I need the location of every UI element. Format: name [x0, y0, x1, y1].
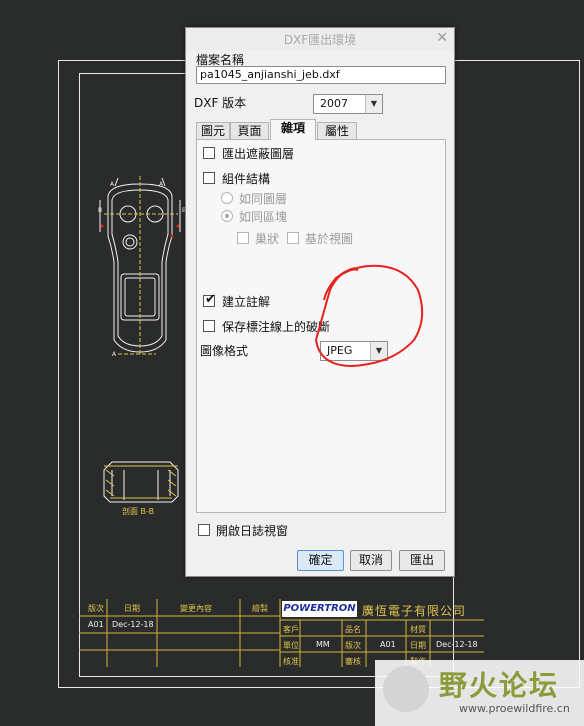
svg-text:A: A	[110, 181, 115, 188]
tb-version-value: A01	[380, 640, 396, 649]
nested-checkbox[interactable]	[237, 232, 249, 244]
chevron-down-icon[interactable]: ▼	[365, 95, 382, 113]
nested-label: 巢狀	[255, 232, 280, 246]
tb-version: 版次	[345, 641, 361, 650]
ok-button[interactable]: 確定	[297, 550, 344, 571]
export-hidden-layers-label: 匯出遮蔽圖層	[222, 147, 295, 161]
tb-check: 核准	[283, 657, 299, 666]
forum-watermark: 野火论坛 www.proewildfire.cn	[375, 660, 584, 726]
cancel-button[interactable]: 取消	[350, 550, 392, 571]
forum-logo-icon	[383, 666, 429, 712]
tb-row-date: Dec-12-18	[112, 620, 154, 629]
tb-col-version: 版次	[88, 604, 104, 613]
tb-review: 審核	[345, 657, 361, 666]
component-structure-label: 組件結構	[222, 172, 271, 186]
as-layer-label: 如同圖層	[239, 192, 288, 206]
dxf-version-value: 2007	[320, 97, 348, 110]
export-hidden-layers-checkbox[interactable]	[203, 147, 215, 159]
dxf-export-dialog: DXF匯出環境 ✕ 檔案名稱 pa1045_anjianshi_jeb.dxf …	[185, 27, 455, 577]
dialog-title: DXF匯出環境	[283, 33, 357, 47]
tb-customer: 客戶	[283, 625, 299, 634]
tb-unit-value: MM	[316, 640, 330, 649]
dxf-version-label: DXF 版本	[194, 96, 247, 110]
create-annotations-checkbox[interactable]: ✔	[203, 292, 216, 307]
open-log-window-checkbox[interactable]	[198, 524, 210, 536]
image-format-value: JPEG	[327, 344, 353, 357]
tb-unit: 單位	[283, 641, 299, 650]
as-layer-radio[interactable]	[221, 192, 233, 204]
dialog-titlebar[interactable]: DXF匯出環境 ✕	[186, 28, 454, 50]
tb-material: 材質	[410, 625, 426, 634]
component-structure-checkbox[interactable]	[203, 172, 215, 184]
chevron-down-icon[interactable]: ▼	[370, 342, 387, 360]
tab-misc[interactable]: 雜項	[270, 119, 316, 140]
tb-name: 品名	[345, 625, 361, 634]
tab-page[interactable]: 頁面	[230, 122, 269, 139]
open-log-window-label: 開啟日誌視窗	[216, 524, 289, 538]
brand-logo: POWERTRON	[282, 601, 357, 617]
tab-attributes[interactable]: 屬性	[317, 122, 357, 139]
tb-col-drawn: 繪製	[252, 604, 268, 613]
svg-text:A: A	[112, 351, 117, 358]
based-on-view-label: 基於視圖	[305, 232, 354, 246]
close-icon[interactable]: ✕	[436, 30, 448, 46]
checkmark-icon: ✔	[205, 292, 216, 307]
tb-col-date: 日期	[124, 604, 140, 613]
image-format-label: 圖像格式	[200, 344, 249, 358]
watermark-title: 野火论坛	[439, 669, 560, 702]
as-block-label: 如同區塊	[239, 210, 288, 224]
export-button[interactable]: 匯出	[399, 550, 445, 571]
keep-broken-leaders-checkbox[interactable]	[203, 320, 215, 332]
company-name: 廣恆電子有限公司	[362, 604, 467, 618]
keep-broken-leaders-label: 保存標注線上的破斷	[222, 320, 331, 334]
image-format-select[interactable]: JPEG ▼	[320, 341, 388, 361]
create-annotations-label: 建立註解	[222, 295, 271, 309]
tb-col-change: 變更內容	[180, 604, 212, 613]
watermark-url: www.proewildfire.cn	[459, 702, 570, 715]
filename-input[interactable]: pa1045_anjianshi_jeb.dxf	[196, 66, 446, 84]
based-on-view-checkbox[interactable]	[287, 232, 299, 244]
dxf-version-select[interactable]: 2007 ▼	[313, 94, 383, 114]
tb-row-version: A01	[88, 620, 104, 629]
section-view-label: 剖面 B-B	[122, 507, 155, 516]
svg-text:B: B	[98, 207, 102, 214]
tb-date: 日期	[410, 641, 426, 650]
radio-selected-dot	[225, 214, 229, 218]
tb-date-value: Dec-12-18	[436, 640, 478, 649]
tab-entities[interactable]: 圖元	[196, 122, 230, 139]
misc-tab-panel: 匯出遮蔽圖層 組件結構 如同圖層 如同區塊 巢狀 基於視圖 ✔ 建立註解 保存標…	[196, 139, 446, 513]
as-block-radio[interactable]	[221, 210, 233, 222]
